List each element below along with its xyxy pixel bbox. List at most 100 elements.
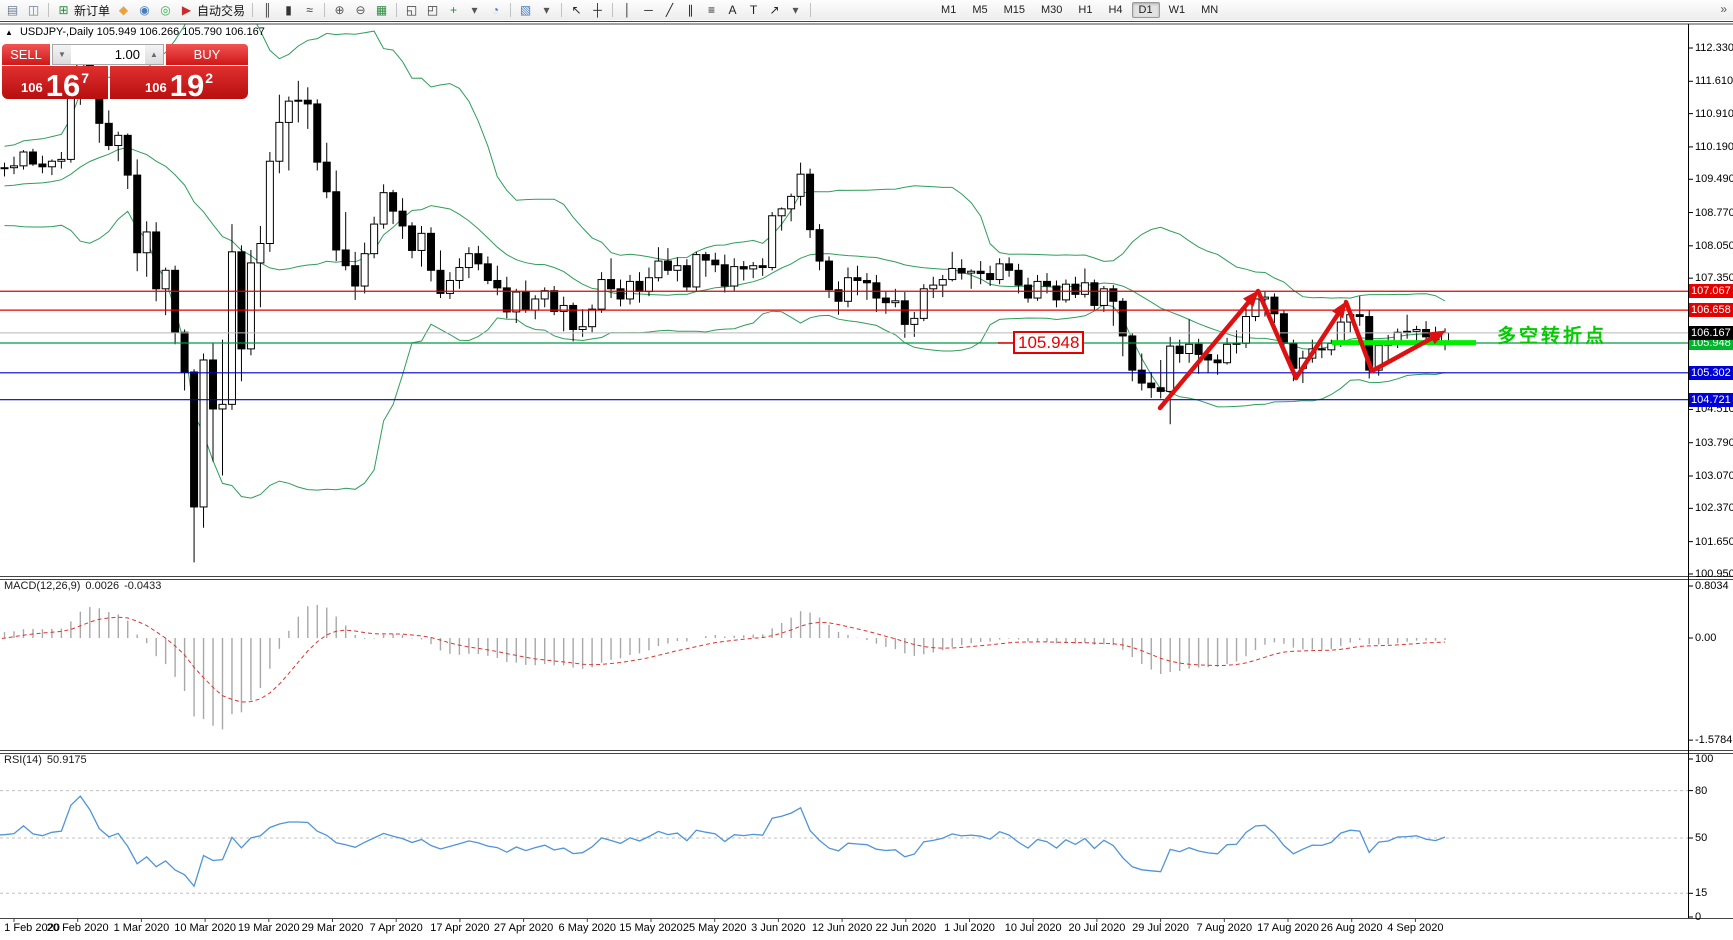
candle — [1072, 284, 1079, 294]
axis-tick-label: 103.790 — [1695, 437, 1733, 449]
axis-tick-label: 103.070 — [1695, 470, 1733, 482]
rsi-label: RSI(14)50.9175 — [4, 754, 92, 766]
date-label: 25 May 2020 — [683, 922, 747, 934]
candle — [1157, 388, 1164, 392]
candle — [863, 280, 870, 282]
candle — [456, 268, 463, 281]
rsi-axis-label: 0 — [1695, 911, 1701, 923]
candle — [873, 283, 880, 298]
price-level-label[interactable]: 105.948 — [1013, 331, 1084, 354]
candle — [1, 168, 8, 169]
volume-stepper: ▼ 1.00 ▲ — [52, 44, 164, 65]
buy-price-big: 19 — [170, 72, 204, 99]
macd-axis-label: -1.5784 — [1695, 734, 1732, 746]
candle — [1413, 329, 1420, 331]
sell-button[interactable]: SELL — [2, 44, 50, 65]
candle — [1280, 314, 1287, 344]
candle — [750, 266, 757, 269]
candle — [645, 278, 652, 292]
date-label: 7 Apr 2020 — [370, 922, 423, 934]
date-label: 1 Mar 2020 — [114, 922, 170, 934]
candle — [807, 174, 814, 229]
panel-borders — [0, 22, 1733, 923]
candle — [721, 265, 728, 286]
candle — [361, 254, 368, 286]
volume-up-icon[interactable]: ▲ — [145, 45, 163, 64]
candle — [920, 289, 927, 319]
candle — [674, 266, 681, 271]
date-label: 6 May 2020 — [559, 922, 616, 934]
candle — [48, 161, 55, 167]
candle — [380, 193, 387, 224]
candle — [996, 264, 1003, 280]
candle — [522, 292, 529, 310]
candle — [949, 268, 956, 279]
candle — [977, 271, 984, 273]
candle — [219, 404, 226, 409]
date-label: 10 Mar 2020 — [174, 922, 236, 934]
candle — [1129, 336, 1136, 370]
collapse-panel-icon[interactable]: ▲ — [5, 28, 13, 37]
date-label: 4 Sep 2020 — [1387, 922, 1443, 934]
axis-tick-label: 112.330 — [1695, 42, 1733, 54]
candle — [1062, 284, 1069, 300]
buy-button[interactable]: BUY — [166, 44, 248, 65]
axis-tick-label: 108.050 — [1695, 240, 1733, 252]
candle — [702, 255, 709, 261]
candle — [712, 260, 719, 265]
date-label: 19 Mar 2020 — [238, 922, 300, 934]
rsi-value: 50.9175 — [47, 754, 87, 766]
candle — [570, 305, 577, 329]
candle — [437, 270, 444, 293]
candle — [636, 281, 643, 291]
candle — [1015, 270, 1022, 285]
macd-axis-label: 0.00 — [1695, 632, 1716, 644]
trend-zigzag-arrows[interactable] — [1160, 291, 1445, 408]
candle — [1224, 344, 1231, 362]
candle — [1214, 360, 1221, 363]
date-label: 17 Aug 2020 — [1257, 922, 1319, 934]
candle — [105, 123, 112, 145]
candle — [342, 250, 349, 266]
macd-signal-value: -0.0433 — [124, 580, 161, 592]
candle — [551, 291, 558, 312]
volume-input[interactable]: 1.00 — [71, 45, 145, 64]
candle — [1404, 331, 1411, 332]
candle — [901, 301, 908, 325]
rsi-axis-label: 15 — [1695, 887, 1707, 899]
candle — [39, 164, 46, 167]
candle — [844, 278, 851, 302]
axis-tick-label: 110.190 — [1695, 141, 1733, 153]
macd-name: MACD(12,26,9) — [4, 580, 80, 592]
candle — [579, 327, 586, 330]
axis-tick-label: 102.370 — [1695, 502, 1733, 514]
macd-signal-line — [0, 617, 1445, 702]
candle — [418, 233, 425, 250]
candle — [153, 232, 160, 289]
price-badge: 104.721 — [1689, 393, 1733, 407]
chart-title: ▲ USDJPY-,Daily 105.949 106.266 105.790 … — [5, 26, 265, 38]
candle — [778, 209, 785, 216]
candle — [693, 255, 700, 287]
sell-price-display[interactable]: 106 16 7 — [2, 66, 108, 99]
candle — [314, 104, 321, 162]
volume-down-icon[interactable]: ▼ — [53, 45, 71, 64]
candle — [285, 101, 292, 122]
candle — [409, 226, 416, 250]
rsi-axis-label: 100 — [1695, 753, 1713, 765]
annotation-text[interactable]: 多空转折点 — [1497, 321, 1607, 348]
candle — [172, 270, 179, 332]
axis-tick-label: 101.650 — [1695, 536, 1733, 548]
candle — [257, 244, 264, 263]
candle — [1138, 370, 1145, 383]
candle — [1186, 344, 1193, 353]
sell-price-prefix: 106 — [21, 80, 43, 95]
rsi-axis-label: 80 — [1695, 785, 1707, 797]
date-label: 26 Aug 2020 — [1321, 922, 1383, 934]
candle — [1091, 283, 1098, 306]
chart-plot-area[interactable] — [0, 0, 1733, 940]
sell-price-big: 16 — [46, 72, 80, 99]
candle — [769, 216, 776, 268]
buy-price-display[interactable]: 106 19 2 — [110, 66, 248, 99]
macd-axis-label: 0.8034 — [1695, 580, 1729, 592]
